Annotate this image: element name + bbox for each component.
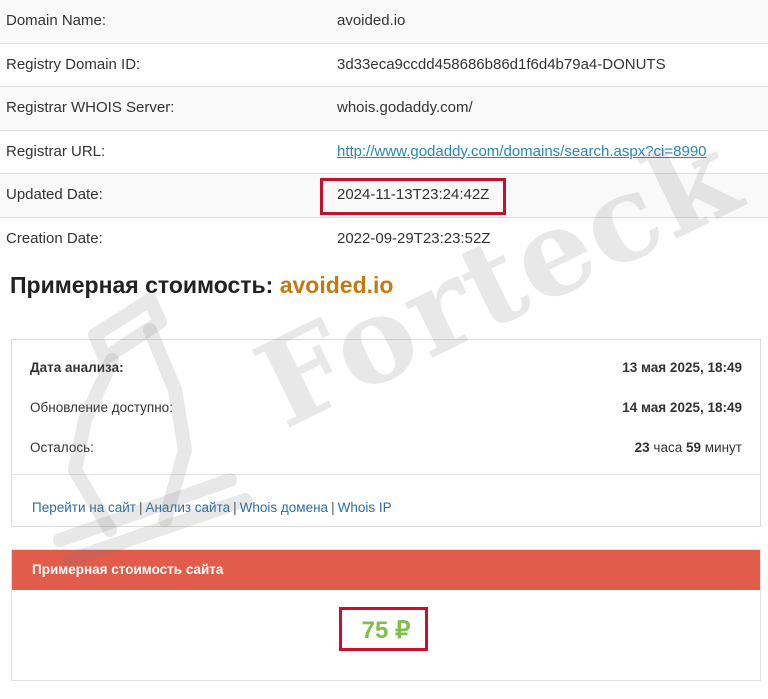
update-available-value: 14 мая 2025, 18:49 (622, 400, 742, 415)
time-left-value: 23 часа 59 минут (635, 440, 742, 455)
whois-row-updated-date: Updated Date: 2024-11-13T23:24:42Z (0, 174, 768, 218)
estimate-title-prefix: Примерная стоимость: (10, 272, 274, 298)
update-available-label: Обновление доступно: (30, 400, 173, 415)
time-left-hours: 23 (634, 440, 650, 455)
site-price-panel: Примерная стоимость сайта 75 ₽ (11, 549, 761, 681)
panel-divider (12, 474, 760, 475)
whois-row-creation-date: Creation Date: 2022-09-29T23:23:52Z (0, 218, 768, 262)
whois-value: 2022-09-29T23:23:52Z (337, 229, 491, 247)
time-left-minutes-unit: минут (704, 440, 742, 455)
whois-value: whois.godaddy.com/ (337, 99, 473, 116)
whois-table: Domain Name: avoided.io Registry Domain … (0, 0, 768, 261)
whois-value: 3d33eca9ccdd458686b86d1f6d4b79a4-DONUTS (337, 55, 666, 73)
estimate-title-domain: avoided.io (279, 272, 394, 298)
goto-site-link[interactable]: Перейти на сайт (32, 500, 136, 515)
time-left-hours-unit: часа (653, 440, 683, 455)
link-separator: | (138, 500, 143, 515)
panel-links: Перейти на сайт | Анализ сайта | Whois домен… (32, 500, 392, 515)
whois-row-registry-domain-id: Registry Domain ID: 3d33eca9ccdd458686b8… (0, 44, 768, 87)
whois-label: Registrar WHOIS Server: (6, 99, 175, 116)
estimate-title: Примерная стоимость: avoided.io (10, 272, 393, 299)
link-separator: | (331, 500, 335, 515)
whois-label: Creation Date: (6, 229, 103, 247)
whois-ip-link[interactable]: Whois IP (338, 500, 392, 515)
whois-label: Domain Name: (6, 12, 107, 29)
whois-value: avoided.io (337, 12, 406, 29)
whois-domain-link[interactable]: Whois домена (240, 500, 328, 515)
registrar-url-link[interactable]: http://www.godaddy.com/domains/search.as… (337, 143, 707, 160)
whois-row-domain-name: Domain Name: avoided.io (0, 0, 768, 44)
link-separator: | (233, 500, 237, 515)
time-left-label: Осталось: (30, 440, 94, 455)
analysis-date-value: 13 мая 2025, 18:49 (622, 360, 742, 375)
whois-label: Registry Domain ID: (6, 55, 141, 73)
analysis-panel: Дата анализа: 13 мая 2025, 18:49 Обновле… (11, 339, 761, 527)
site-analysis-link[interactable]: Анализ сайта (145, 500, 230, 515)
whois-row-registrar-url: Registrar URL: http://www.godaddy.com/do… (0, 131, 768, 174)
whois-row-registrar-whois-server: Registrar WHOIS Server: whois.godaddy.co… (0, 87, 768, 131)
whois-label: Registrar URL: (6, 142, 106, 160)
site-price-header: Примерная стоимость сайта (12, 550, 760, 590)
analysis-date-label: Дата анализа: (30, 360, 124, 375)
whois-label: Updated Date: (6, 186, 103, 203)
time-left-minutes: 59 (685, 440, 702, 455)
price-highlight-box (339, 607, 428, 651)
updated-date-highlight-box (320, 178, 506, 215)
